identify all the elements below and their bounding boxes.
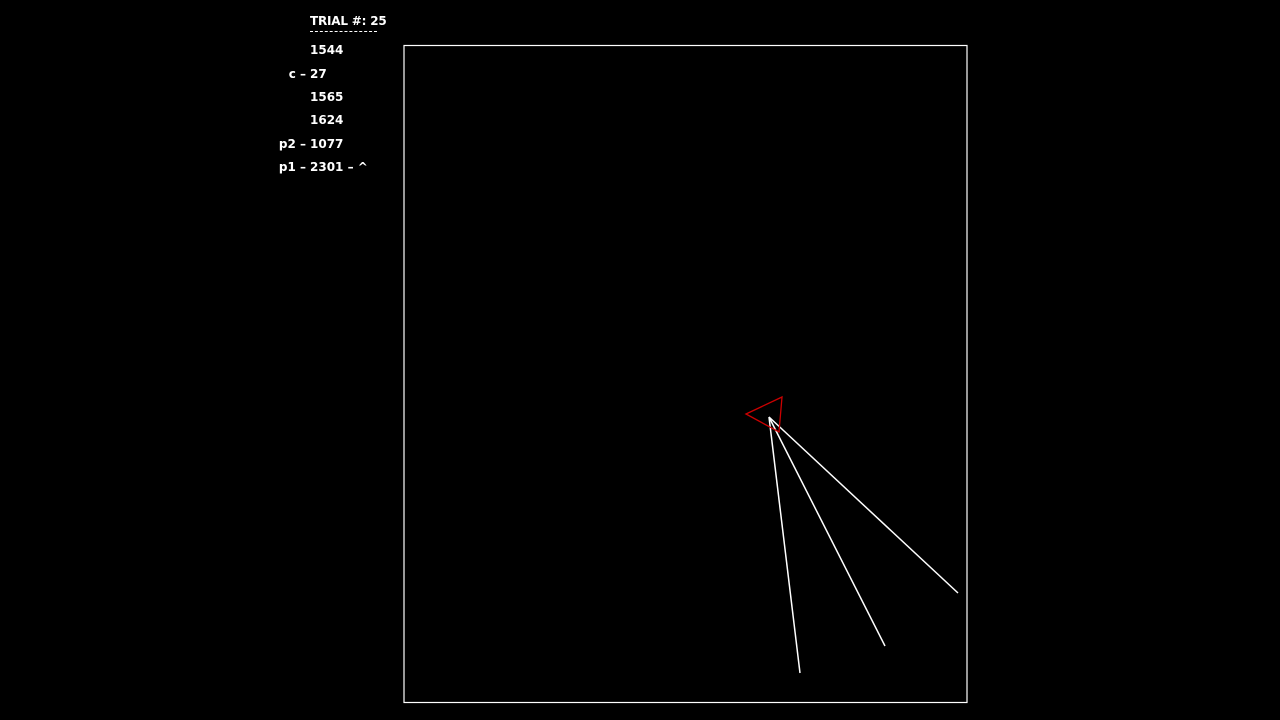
game-arena[interactable]: [0, 0, 1280, 720]
ray-line: [768, 416, 801, 674]
arena-border: [403, 44, 968, 704]
player-cursor-icon[interactable]: [744, 395, 783, 434]
ray-line: [768, 416, 959, 594]
ray-line: [768, 416, 886, 647]
